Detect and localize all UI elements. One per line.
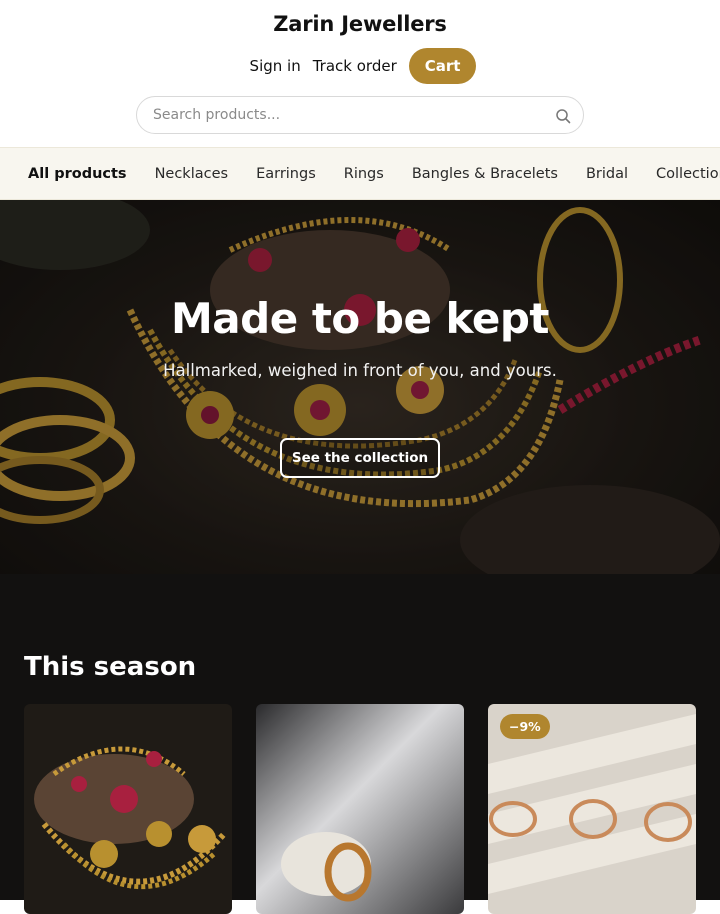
hero-title: Made to be kept <box>171 294 549 343</box>
category-nav: All products Necklaces Earrings Rings Ba… <box>0 147 720 200</box>
hero-banner: Made to be kept Hallmarked, weighed in f… <box>0 200 720 574</box>
top-nav: Sign in Track order Cart <box>0 48 720 84</box>
hero-overlay <box>0 200 720 574</box>
search-bar <box>136 96 584 134</box>
site-header: Zarin Jewellers Sign in Track order Cart <box>0 0 720 147</box>
product-card[interactable] <box>24 704 232 914</box>
search-input[interactable] <box>137 97 537 133</box>
sign-in-link[interactable]: Sign in <box>244 48 307 84</box>
hero-subtitle: Hallmarked, weighed in front of you, and… <box>163 361 557 380</box>
cart-button[interactable]: Cart <box>408 48 477 84</box>
category-all-products[interactable]: All products <box>0 166 141 182</box>
product-image-ring <box>256 704 464 914</box>
category-earrings[interactable]: Earrings <box>242 166 330 182</box>
see-collection-button[interactable]: See the collection <box>280 438 440 478</box>
discount-badge: −9% <box>500 714 550 739</box>
category-collections[interactable]: Collections <box>642 166 720 182</box>
brand-logo[interactable]: Zarin Jewellers <box>0 12 720 36</box>
category-bridal[interactable]: Bridal <box>572 166 642 182</box>
category-rings[interactable]: Rings <box>330 166 398 182</box>
track-order-link[interactable]: Track order <box>307 48 403 84</box>
product-image-necklace <box>24 704 232 914</box>
category-bangles-bracelets[interactable]: Bangles & Bracelets <box>398 166 572 182</box>
season-section: This season −9% <box>0 574 720 914</box>
product-card[interactable] <box>256 704 464 914</box>
section-title: This season <box>24 652 197 682</box>
category-necklaces[interactable]: Necklaces <box>141 166 243 182</box>
product-card[interactable]: −9% <box>488 704 696 914</box>
search-icon[interactable] <box>555 108 571 124</box>
